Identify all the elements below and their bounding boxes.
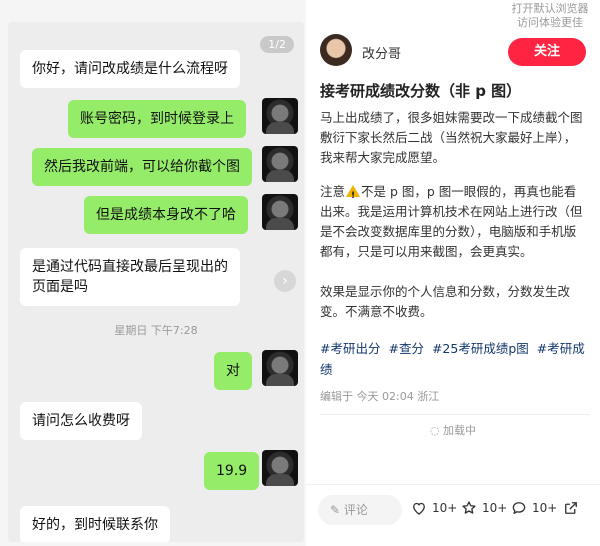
- comment-icon: [512, 502, 526, 514]
- chat-screenshot: 1/2 你好，请问改成绩是什么流程呀 账号密码，到时候登录上 然后我改前端，可以…: [8, 22, 304, 542]
- post-paragraph-note: 注意不是 p 图，p 图一眼假的，再真也能看出来。我是运用计算机技术在网站上进行…: [320, 182, 588, 262]
- tag-link[interactable]: #25考研成绩p图: [432, 341, 529, 356]
- follow-button[interactable]: 关注: [508, 38, 586, 66]
- post-title: 接考研成绩改分数（非 p 图）: [320, 82, 522, 100]
- warning-icon: [346, 185, 361, 206]
- collect-count: 10+: [482, 501, 508, 515]
- author-avatar[interactable]: [320, 34, 352, 66]
- loading-icon: ◌: [429, 424, 440, 437]
- author-bar: 改分哥 关注: [306, 28, 600, 74]
- like-count: 10+: [432, 501, 458, 515]
- collect-button[interactable]: 10+: [460, 499, 507, 517]
- avatar: [262, 450, 298, 486]
- chat-message: 是通过代码直接改最后呈现出的 页面是吗: [20, 248, 240, 306]
- loading-indicator: ◌ 加载中: [306, 422, 600, 438]
- chevron-right-icon[interactable]: ›: [274, 270, 296, 292]
- post-meta: 编辑于 今天 02:04 浙江: [320, 390, 440, 403]
- comment-input[interactable]: ✎ 评论: [318, 495, 402, 525]
- avatar: [262, 98, 298, 134]
- divider: [320, 414, 590, 415]
- chat-message: 好的，到时候联系你: [20, 506, 170, 542]
- chat-message: 然后我改前端，可以给你截个图: [32, 148, 252, 186]
- like-button[interactable]: 10+: [410, 499, 457, 517]
- comment-count: 10+: [532, 501, 558, 515]
- chat-message: 19.9: [204, 452, 260, 490]
- image-pager: 1/2: [260, 36, 294, 53]
- action-bar: ✎ 评论 10+ 10+ 10+: [306, 484, 600, 534]
- tag-list: #考研出分 #查分 #25考研成绩p图 #考研成绩: [320, 338, 588, 380]
- post-paragraph: 马上出成绩了，很多姐妹需要改一下成绩截个图敷衍下家长然后二战（当然祝大家最好上岸…: [320, 110, 583, 165]
- chat-message: 账号密码，到时候登录上: [68, 100, 246, 138]
- comment-placeholder: 评论: [343, 503, 368, 517]
- browser-hint-line1: 打开默认浏览器: [511, 2, 589, 15]
- edit-icon: ✎: [330, 503, 341, 517]
- chat-message: 请问怎么收费呀: [20, 402, 142, 440]
- post-panel: 打开默认浏览器 访问体验更佳 改分哥 关注 接考研成绩改分数（非 p 图） 马上…: [306, 0, 600, 546]
- screenshot: 1/2 你好，请问改成绩是什么流程呀 账号密码，到时候登录上 然后我改前端，可以…: [0, 0, 600, 546]
- star-icon: [462, 501, 476, 514]
- chat-message: 你好，请问改成绩是什么流程呀: [20, 50, 240, 88]
- share-button[interactable]: [562, 499, 580, 517]
- tag-link[interactable]: #考研出分: [320, 341, 380, 356]
- avatar: [262, 350, 298, 386]
- chat-message: 对: [214, 352, 252, 390]
- comments-button[interactable]: 10+: [510, 499, 557, 517]
- share-icon: [565, 502, 577, 514]
- post-paragraph: 效果是显示你的个人信息和分数，分数发生改变。不满意不收费。: [320, 284, 571, 319]
- open-browser-hint[interactable]: 打开默认浏览器 访问体验更佳: [500, 0, 600, 30]
- tag-link[interactable]: #查分: [388, 341, 423, 356]
- chat-timestamp: 星期日 下午7:28: [114, 324, 198, 337]
- author-name[interactable]: 改分哥: [362, 43, 401, 62]
- note-label: 注意: [320, 184, 346, 199]
- heart-icon: [413, 502, 425, 515]
- avatar: [262, 146, 298, 182]
- loading-text: 加载中: [443, 424, 477, 437]
- avatar: [262, 194, 298, 230]
- chat-message: 但是成绩本身改不了哈: [84, 196, 248, 234]
